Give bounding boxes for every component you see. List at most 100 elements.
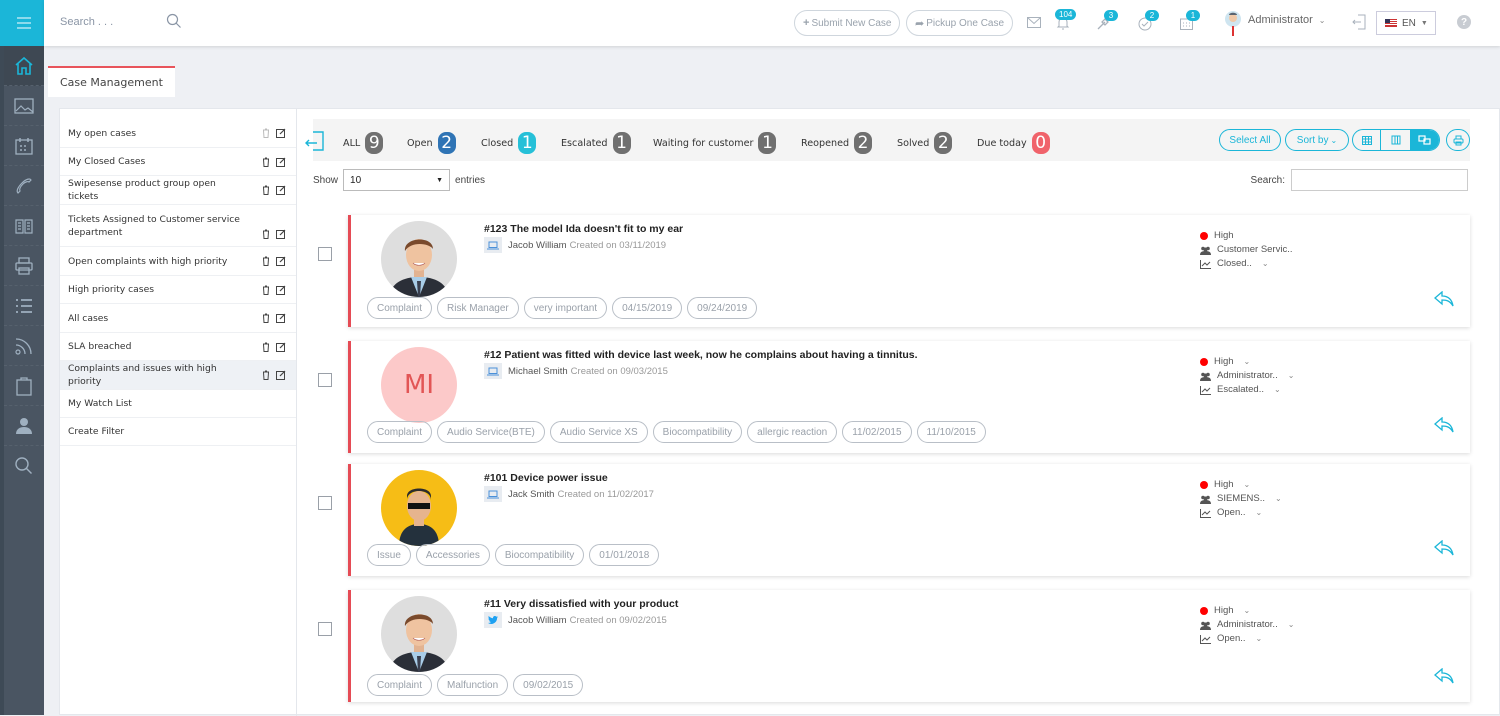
case-tag[interactable]: Biocompatibility [494, 544, 585, 566]
edit-icon[interactable] [276, 229, 286, 239]
select-all-button[interactable]: Select All [1219, 129, 1281, 151]
trash-icon[interactable] [262, 229, 270, 239]
trash-icon[interactable] [262, 313, 270, 323]
filter-item[interactable]: Tickets Assigned to Customer service dep… [60, 205, 296, 247]
assignee-select[interactable]: Administrator.. ⌄ [1200, 369, 1294, 383]
menu-toggle-button[interactable] [0, 0, 48, 46]
filter-item[interactable]: SLA breached [60, 333, 296, 361]
priority-select[interactable]: High ⌄ [1200, 604, 1294, 618]
filter-item[interactable]: My Closed Cases [60, 148, 296, 176]
case-checkbox[interactable] [318, 622, 332, 636]
nav-feeds[interactable] [4, 326, 44, 366]
global-search-input[interactable]: Search . . . [60, 16, 113, 28]
trash-icon[interactable] [262, 256, 270, 266]
trash-icon[interactable] [262, 185, 270, 195]
status-tab-escalated[interactable]: Escalated 1 [561, 132, 631, 154]
reply-icon[interactable] [1434, 417, 1454, 433]
assignee-select[interactable]: SIEMENS.. ⌄ [1200, 492, 1282, 506]
case-tag[interactable]: Risk Manager [437, 297, 519, 319]
sort-by-button[interactable]: Sort by ⌄ [1285, 129, 1349, 151]
edit-icon[interactable] [276, 285, 286, 295]
trash-icon[interactable] [262, 157, 270, 167]
nav-media[interactable] [4, 86, 44, 126]
case-tag[interactable]: 01/01/2018 [589, 544, 660, 566]
case-author[interactable]: Jack Smith [508, 489, 554, 500]
mail-icon[interactable] [1027, 17, 1041, 28]
case-tag[interactable]: 11/02/2015 [842, 421, 912, 443]
assignee-select[interactable]: Customer Servic.. [1200, 243, 1293, 257]
filter-item[interactable]: My Watch List [60, 390, 296, 418]
filter-item[interactable]: High priority cases [60, 276, 296, 304]
nav-knowledge[interactable] [4, 206, 44, 246]
case-checkbox[interactable] [318, 496, 332, 510]
case-tag[interactable]: Accessories [415, 544, 490, 566]
priority-select[interactable]: High ⌄ [1200, 478, 1282, 492]
case-author[interactable]: Jacob William [508, 240, 567, 251]
nav-calendar[interactable] [4, 126, 44, 166]
trash-icon[interactable] [262, 128, 270, 138]
case-tag[interactable]: 04/15/2019 [612, 297, 683, 319]
case-tag[interactable]: Complaint [367, 421, 433, 443]
case-tag[interactable]: Malfunction [437, 674, 509, 696]
case-tag[interactable]: 09/02/2015 [513, 674, 584, 696]
filter-item[interactable]: My open cases [60, 119, 296, 148]
case-tag[interactable]: very important [523, 297, 608, 319]
pickup-case-button[interactable]: ➦ Pickup One Case [906, 10, 1014, 36]
trash-icon[interactable] [262, 285, 270, 295]
status-tab-open[interactable]: Open 2 [407, 132, 456, 154]
case-title[interactable]: #123 The model Ida doesn't fit to my ear [484, 223, 683, 235]
case-tag[interactable]: Complaint [367, 297, 433, 319]
status-select[interactable]: Open.. ⌄ [1200, 632, 1294, 646]
case-title[interactable]: #101 Device power issue [484, 472, 608, 484]
case-checkbox[interactable] [318, 247, 332, 261]
case-title[interactable]: #11 Very dissatisfied with your product [484, 598, 678, 610]
kanban-view-button[interactable] [1381, 130, 1409, 150]
search-icon[interactable] [166, 13, 182, 29]
user-menu[interactable]: Administrator ⌄ [1224, 10, 1326, 38]
case-tag[interactable]: Issue [367, 544, 411, 566]
language-select[interactable]: EN ▼ [1376, 11, 1436, 35]
trash-icon[interactable] [262, 370, 270, 380]
case-card[interactable]: #123 The model Ida doesn't fit to my ear… [348, 215, 1470, 327]
help-icon[interactable]: ? [1457, 15, 1471, 29]
edit-icon[interactable] [276, 157, 286, 167]
status-select[interactable]: Closed.. ⌄ [1200, 257, 1293, 271]
print-button[interactable] [1446, 129, 1470, 151]
nav-print[interactable] [4, 246, 44, 286]
edit-icon[interactable] [276, 313, 286, 323]
reply-icon[interactable] [1434, 291, 1454, 307]
trash-icon[interactable] [262, 342, 270, 352]
entries-select[interactable]: 10 ▼ [343, 169, 451, 191]
case-card[interactable]: #101 Device power issue Jack Smith Created… [348, 464, 1470, 576]
status-tab-closed[interactable]: Closed 1 [481, 132, 537, 154]
priority-select[interactable]: High ⌄ [1200, 355, 1294, 369]
nav-tasks[interactable] [4, 366, 44, 406]
edit-icon[interactable] [276, 342, 286, 352]
table-search-input[interactable] [1291, 169, 1468, 191]
case-author[interactable]: Michael Smith [508, 366, 568, 377]
status-tab-due-today[interactable]: Due today 0 [977, 132, 1050, 154]
nav-contacts[interactable] [4, 406, 44, 446]
logout-icon[interactable] [1352, 14, 1366, 30]
case-tag[interactable]: 09/24/2019 [687, 297, 758, 319]
case-tag[interactable]: 11/10/2015 [916, 421, 986, 443]
status-tab-solved[interactable]: Solved 2 [897, 132, 953, 154]
grid-view-button[interactable] [1353, 130, 1382, 150]
status-select[interactable]: Open.. ⌄ [1200, 506, 1282, 520]
case-tag[interactable]: Complaint [367, 674, 433, 696]
status-tab-waiting-for-customer[interactable]: Waiting for customer 1 [653, 132, 777, 154]
nav-list[interactable] [4, 286, 44, 326]
collapse-panel-icon[interactable] [305, 130, 325, 152]
priority-select[interactable]: High [1200, 229, 1293, 243]
case-tag[interactable]: Audio Service XS [549, 421, 648, 443]
filter-item[interactable]: Swipesense product group open tickets [60, 176, 296, 205]
card-view-button[interactable] [1409, 130, 1439, 150]
case-author[interactable]: Jacob William [508, 615, 567, 626]
case-tag[interactable]: Audio Service(BTE) [437, 421, 545, 443]
nav-home[interactable] [4, 46, 44, 86]
reply-icon[interactable] [1434, 540, 1454, 556]
submit-new-case-button[interactable]: + Submit New Case [794, 10, 901, 36]
edit-icon[interactable] [276, 370, 286, 380]
case-checkbox[interactable] [318, 373, 332, 387]
case-tag[interactable]: Biocompatibility [652, 421, 743, 443]
